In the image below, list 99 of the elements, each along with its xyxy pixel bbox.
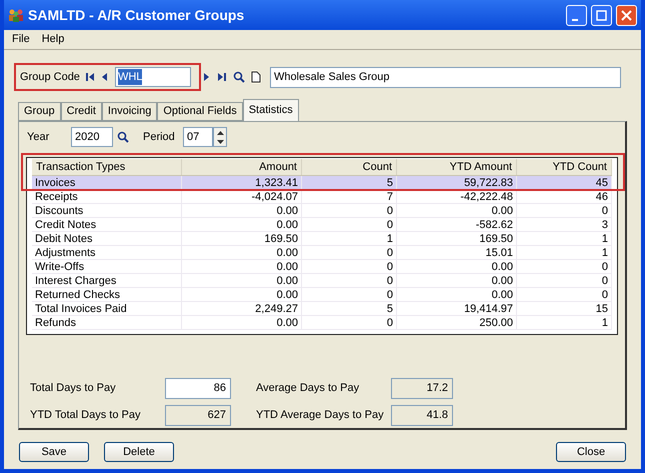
table-cell: 0 (517, 274, 612, 287)
table-cell: 1 (302, 232, 397, 245)
action-button[interactable]: Save (19, 442, 89, 462)
field-label: Period (143, 130, 176, 145)
tab[interactable]: Invoicing (102, 102, 158, 121)
minimize-icon (572, 18, 578, 20)
tab[interactable]: Credit (60, 102, 102, 121)
field-label: Year (26, 130, 50, 145)
action-button[interactable]: Close (556, 442, 626, 462)
window-title: SAMLTD - A/R Customer Groups (28, 6, 246, 25)
table-cell: 0.00 (397, 204, 517, 217)
table-cell: 0 (302, 316, 397, 329)
table-cell: 0 (517, 288, 612, 301)
table-cell: Invoices (32, 176, 182, 189)
period-field[interactable]: 07 (183, 127, 213, 147)
action-button[interactable]: Delete (104, 442, 174, 462)
table-cell: 0.00 (182, 288, 302, 301)
close-button[interactable] (616, 4, 637, 26)
table-cell: 1,323.41 (182, 176, 302, 189)
search-icon[interactable] (232, 71, 245, 83)
table-cell: Interest Charges (32, 274, 182, 287)
table-cell: 7 (302, 190, 397, 203)
table-cell: 0 (302, 246, 397, 259)
table-cell: 0 (302, 218, 397, 231)
table-cell: 0 (302, 274, 397, 287)
readout-field[interactable]: 86 (165, 378, 231, 399)
table-cell: Receipts (32, 190, 182, 203)
table-cell: 5 (302, 176, 397, 189)
table-cell: 169.50 (182, 232, 302, 245)
last-record-icon[interactable] (216, 72, 227, 82)
table-cell: 59,722.83 (397, 176, 517, 189)
table-cell: 0 (302, 204, 397, 217)
table-cell: Total Invoices Paid (32, 302, 182, 315)
table-cell: 0.00 (397, 288, 517, 301)
table-cell: 169.50 (397, 232, 517, 245)
year-field[interactable]: 2020 (71, 127, 113, 147)
table-cell: 0.00 (397, 260, 517, 273)
menu-item[interactable]: File (12, 31, 30, 48)
down-arrow-icon (216, 140, 224, 144)
table-cell: 0.00 (182, 204, 302, 217)
column-header[interactable]: Count (302, 159, 397, 175)
table-cell: 0 (517, 204, 612, 217)
maximize-icon (596, 10, 607, 20)
minimize-button[interactable] (566, 4, 587, 26)
maximize-button[interactable] (591, 4, 612, 26)
people-icon (8, 8, 24, 22)
up-arrow-icon (216, 130, 224, 134)
table-cell: -4,024.07 (182, 190, 302, 203)
description-field[interactable]: Wholesale Sales Group (270, 66, 621, 88)
column-header[interactable]: Transaction Types (32, 159, 182, 175)
table-cell: 0.00 (182, 316, 302, 329)
column-header[interactable]: Amount (182, 159, 302, 175)
new-document-icon[interactable] (250, 71, 261, 83)
table-cell: 0.00 (182, 274, 302, 287)
menu-item[interactable]: Help (42, 31, 64, 48)
table-cell: Debit Notes (32, 232, 182, 245)
table-cell: 0.00 (182, 218, 302, 231)
close-icon (621, 10, 632, 20)
table-cell: 19,414.97 (397, 302, 517, 315)
tab[interactable]: Optional Fields (157, 102, 243, 121)
table-cell: 0.00 (397, 274, 517, 287)
table-cell: 0.00 (182, 246, 302, 259)
field-label: Average Days to Pay (256, 381, 360, 396)
table-cell: 3 (517, 218, 612, 231)
table-cell: 0 (517, 260, 612, 273)
table-cell: 0 (302, 288, 397, 301)
table-cell: Write-Offs (32, 260, 182, 273)
table-cell: Credit Notes (32, 218, 182, 231)
table-cell: 2,249.27 (182, 302, 302, 315)
table-cell: Refunds (32, 316, 182, 329)
tab[interactable]: Statistics (242, 99, 299, 121)
column-header[interactable]: YTD Amount (397, 159, 517, 175)
field-label: Total Days to Pay (30, 381, 117, 396)
search-icon[interactable] (117, 131, 129, 143)
table-cell: 15 (517, 302, 612, 315)
field-label: YTD Average Days to Pay (256, 408, 385, 424)
table-cell: 45 (517, 176, 612, 189)
spin-control[interactable] (213, 127, 227, 147)
first-record-icon[interactable] (84, 72, 95, 82)
group-code-field[interactable]: WHL (114, 67, 191, 87)
previous-record-icon[interactable] (100, 72, 110, 82)
table-cell: 15.01 (397, 246, 517, 259)
table-cell: 5 (302, 302, 397, 315)
table-cell: Returned Checks (32, 288, 182, 301)
table-cell: 0.00 (182, 260, 302, 273)
table-cell: Discounts (32, 204, 182, 217)
field-label: Group Code (20, 70, 80, 85)
table-cell: 1 (517, 316, 612, 329)
tab[interactable]: Group (18, 102, 61, 121)
table-cell: 0 (302, 260, 397, 273)
column-header[interactable]: YTD Count (517, 159, 612, 175)
table-cell: -582.62 (397, 218, 517, 231)
table-cell: Adjustments (32, 246, 182, 259)
table-cell: -42,222.48 (397, 190, 517, 203)
table-cell: 250.00 (397, 316, 517, 329)
field-label: YTD Total Days to Pay (30, 408, 142, 424)
table-cell: 1 (517, 246, 612, 259)
table-cell: 1 (517, 232, 612, 245)
table-cell: 46 (517, 190, 612, 203)
